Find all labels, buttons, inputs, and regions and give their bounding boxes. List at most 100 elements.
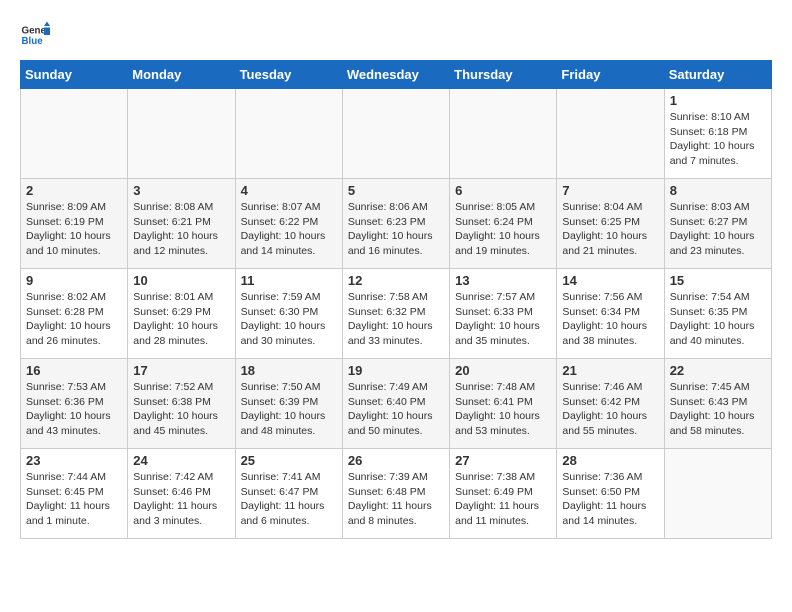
calendar-cell: 10 Sunrise: 8:01 AM Sunset: 6:29 PM Dayli… [128, 269, 235, 359]
calendar-cell: 7Sunrise: 8:04 AM Sunset: 6:25 PM Daylig… [557, 179, 664, 269]
day-number: 19 [348, 363, 444, 378]
day-number: 1 [670, 93, 766, 108]
calendar-cell: 23 Sunrise: 7:44 AM Sunset: 6:45 PM Dayli… [21, 449, 128, 539]
calendar-cell: 19 Sunrise: 7:49 AM Sunset: 6:40 PM Dayli… [342, 359, 449, 449]
day-number: 18 [241, 363, 337, 378]
calendar-cell: 6 Sunrise: 8:05 AM Sunset: 6:24 PM Daylig… [450, 179, 557, 269]
calendar-cell: 11 Sunrise: 7:59 AM Sunset: 6:30 PM Dayli… [235, 269, 342, 359]
day-info: Sunrise: 8:09 AM Sunset: 6:19 PM Dayligh… [26, 200, 122, 259]
calendar-cell: 24 Sunrise: 7:42 AM Sunset: 6:46 PM Dayli… [128, 449, 235, 539]
calendar-cell: 3Sunrise: 8:08 AM Sunset: 6:21 PM Daylig… [128, 179, 235, 269]
day-number: 27 [455, 453, 551, 468]
day-info: Sunrise: 7:50 AM Sunset: 6:39 PM Dayligh… [241, 380, 337, 439]
weekday-header-wednesday: Wednesday [342, 61, 449, 89]
calendar-cell [21, 89, 128, 179]
calendar-cell: 13 Sunrise: 7:57 AM Sunset: 6:33 PM Dayli… [450, 269, 557, 359]
day-info: Sunrise: 8:07 AM Sunset: 6:22 PM Dayligh… [241, 200, 337, 259]
day-info: Sunrise: 7:46 AM Sunset: 6:42 PM Dayligh… [562, 380, 658, 439]
weekday-header-row: SundayMondayTuesdayWednesdayThursdayFrid… [21, 61, 772, 89]
weekday-header-sunday: Sunday [21, 61, 128, 89]
day-number: 23 [26, 453, 122, 468]
day-info: Sunrise: 8:05 AM Sunset: 6:24 PM Dayligh… [455, 200, 551, 259]
day-number: 25 [241, 453, 337, 468]
day-info: Sunrise: 7:52 AM Sunset: 6:38 PM Dayligh… [133, 380, 229, 439]
day-info: Sunrise: 8:02 AM Sunset: 6:28 PM Dayligh… [26, 290, 122, 349]
calendar-cell [342, 89, 449, 179]
day-info: Sunrise: 7:56 AM Sunset: 6:34 PM Dayligh… [562, 290, 658, 349]
calendar-cell: 15Sunrise: 7:54 AM Sunset: 6:35 PM Dayli… [664, 269, 771, 359]
calendar-cell [664, 449, 771, 539]
calendar-cell [128, 89, 235, 179]
day-number: 20 [455, 363, 551, 378]
day-info: Sunrise: 7:36 AM Sunset: 6:50 PM Dayligh… [562, 470, 658, 529]
calendar-week-row: 16 Sunrise: 7:53 AM Sunset: 6:36 PM Dayli… [21, 359, 772, 449]
calendar-cell: 25 Sunrise: 7:41 AM Sunset: 6:47 PM Dayli… [235, 449, 342, 539]
day-number: 21 [562, 363, 658, 378]
calendar-cell: 16 Sunrise: 7:53 AM Sunset: 6:36 PM Dayli… [21, 359, 128, 449]
day-info: Sunrise: 8:01 AM Sunset: 6:29 PM Dayligh… [133, 290, 229, 349]
calendar-cell: 5 Sunrise: 8:06 AM Sunset: 6:23 PM Daylig… [342, 179, 449, 269]
day-info: Sunrise: 8:10 AM Sunset: 6:18 PM Dayligh… [670, 110, 766, 169]
day-info: Sunrise: 7:48 AM Sunset: 6:41 PM Dayligh… [455, 380, 551, 439]
day-number: 14 [562, 273, 658, 288]
day-info: Sunrise: 8:04 AM Sunset: 6:25 PM Dayligh… [562, 200, 658, 259]
day-info: Sunrise: 7:54 AM Sunset: 6:35 PM Dayligh… [670, 290, 766, 349]
day-info: Sunrise: 7:58 AM Sunset: 6:32 PM Dayligh… [348, 290, 444, 349]
day-number: 2 [26, 183, 122, 198]
calendar-cell: 28 Sunrise: 7:36 AM Sunset: 6:50 PM Dayli… [557, 449, 664, 539]
day-info: Sunrise: 7:57 AM Sunset: 6:33 PM Dayligh… [455, 290, 551, 349]
calendar-cell: 18 Sunrise: 7:50 AM Sunset: 6:39 PM Dayli… [235, 359, 342, 449]
day-number: 10 [133, 273, 229, 288]
day-info: Sunrise: 8:03 AM Sunset: 6:27 PM Dayligh… [670, 200, 766, 259]
day-info: Sunrise: 7:53 AM Sunset: 6:36 PM Dayligh… [26, 380, 122, 439]
day-number: 11 [241, 273, 337, 288]
day-number: 22 [670, 363, 766, 378]
calendar-cell: 1 Sunrise: 8:10 AM Sunset: 6:18 PM Daylig… [664, 89, 771, 179]
calendar-cell [450, 89, 557, 179]
calendar-table: SundayMondayTuesdayWednesdayThursdayFrid… [20, 60, 772, 539]
day-number: 4 [241, 183, 337, 198]
page-header: General Blue [20, 20, 772, 50]
day-number: 26 [348, 453, 444, 468]
day-info: Sunrise: 7:42 AM Sunset: 6:46 PM Dayligh… [133, 470, 229, 529]
calendar-cell: 14 Sunrise: 7:56 AM Sunset: 6:34 PM Dayli… [557, 269, 664, 359]
day-number: 24 [133, 453, 229, 468]
calendar-week-row: 2 Sunrise: 8:09 AM Sunset: 6:19 PM Daylig… [21, 179, 772, 269]
day-info: Sunrise: 7:41 AM Sunset: 6:47 PM Dayligh… [241, 470, 337, 529]
day-number: 3 [133, 183, 229, 198]
day-info: Sunrise: 7:49 AM Sunset: 6:40 PM Dayligh… [348, 380, 444, 439]
calendar-week-row: 9 Sunrise: 8:02 AM Sunset: 6:28 PM Daylig… [21, 269, 772, 359]
day-number: 6 [455, 183, 551, 198]
day-number: 5 [348, 183, 444, 198]
weekday-header-friday: Friday [557, 61, 664, 89]
calendar-cell: 9 Sunrise: 8:02 AM Sunset: 6:28 PM Daylig… [21, 269, 128, 359]
calendar-cell: 20 Sunrise: 7:48 AM Sunset: 6:41 PM Dayli… [450, 359, 557, 449]
day-info: Sunrise: 7:39 AM Sunset: 6:48 PM Dayligh… [348, 470, 444, 529]
weekday-header-tuesday: Tuesday [235, 61, 342, 89]
day-number: 13 [455, 273, 551, 288]
day-info: Sunrise: 8:06 AM Sunset: 6:23 PM Dayligh… [348, 200, 444, 259]
calendar-cell [557, 89, 664, 179]
weekday-header-monday: Monday [128, 61, 235, 89]
calendar-week-row: 23 Sunrise: 7:44 AM Sunset: 6:45 PM Dayli… [21, 449, 772, 539]
day-info: Sunrise: 7:45 AM Sunset: 6:43 PM Dayligh… [670, 380, 766, 439]
day-info: Sunrise: 7:38 AM Sunset: 6:49 PM Dayligh… [455, 470, 551, 529]
calendar-cell: 8 Sunrise: 8:03 AM Sunset: 6:27 PM Daylig… [664, 179, 771, 269]
day-number: 12 [348, 273, 444, 288]
day-number: 17 [133, 363, 229, 378]
calendar-cell: 2 Sunrise: 8:09 AM Sunset: 6:19 PM Daylig… [21, 179, 128, 269]
day-info: Sunrise: 7:59 AM Sunset: 6:30 PM Dayligh… [241, 290, 337, 349]
calendar-cell: 21 Sunrise: 7:46 AM Sunset: 6:42 PM Dayli… [557, 359, 664, 449]
day-number: 8 [670, 183, 766, 198]
svg-text:Blue: Blue [22, 36, 44, 47]
calendar-cell: 22 Sunrise: 7:45 AM Sunset: 6:43 PM Dayli… [664, 359, 771, 449]
weekday-header-saturday: Saturday [664, 61, 771, 89]
day-number: 28 [562, 453, 658, 468]
day-info: Sunrise: 7:44 AM Sunset: 6:45 PM Dayligh… [26, 470, 122, 529]
calendar-cell [235, 89, 342, 179]
calendar-cell: 17 Sunrise: 7:52 AM Sunset: 6:38 PM Dayli… [128, 359, 235, 449]
day-number: 9 [26, 273, 122, 288]
weekday-header-thursday: Thursday [450, 61, 557, 89]
calendar-week-row: 1 Sunrise: 8:10 AM Sunset: 6:18 PM Daylig… [21, 89, 772, 179]
day-number: 16 [26, 363, 122, 378]
